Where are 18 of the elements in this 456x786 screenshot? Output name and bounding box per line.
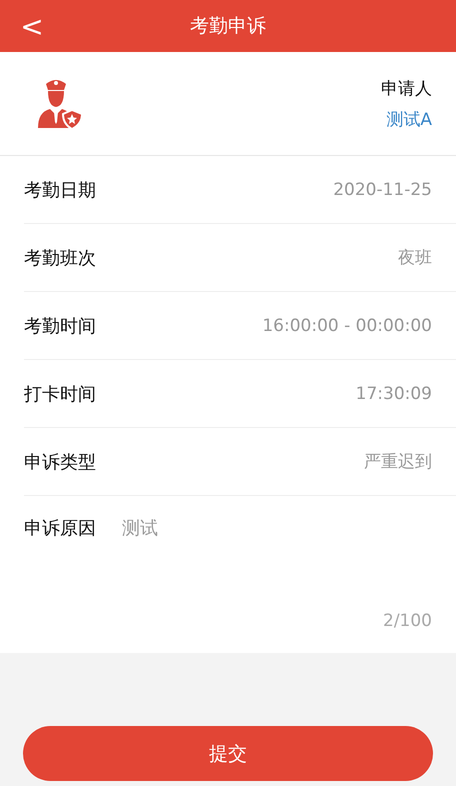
field-label: 考勤时间 bbox=[24, 314, 96, 338]
applicant-name: 测试A bbox=[386, 108, 432, 130]
field-label: 考勤日期 bbox=[24, 178, 96, 202]
submit-button[interactable]: 提交 bbox=[23, 726, 433, 781]
field-label: 申诉类型 bbox=[24, 450, 96, 474]
page-title: 考勤申诉 bbox=[189, 14, 267, 39]
reason-input[interactable]: 测试 bbox=[122, 516, 432, 576]
field-value: 2020-11-25 bbox=[333, 180, 432, 200]
field-value: 严重迟到 bbox=[364, 451, 432, 473]
field-label: 打卡时间 bbox=[24, 382, 96, 406]
character-counter: 2/100 bbox=[383, 611, 432, 633]
field-label: 申诉原因 bbox=[24, 517, 96, 541]
field-value: 16:00:00 - 00:00:00 bbox=[262, 316, 432, 336]
field-value: 17:30:09 bbox=[356, 384, 432, 404]
applicant-label: 申请人 bbox=[381, 78, 432, 100]
field-label: 考勤班次 bbox=[24, 246, 96, 270]
back-button[interactable]: < bbox=[0, 10, 64, 42]
field-value: 夜班 bbox=[398, 247, 432, 269]
